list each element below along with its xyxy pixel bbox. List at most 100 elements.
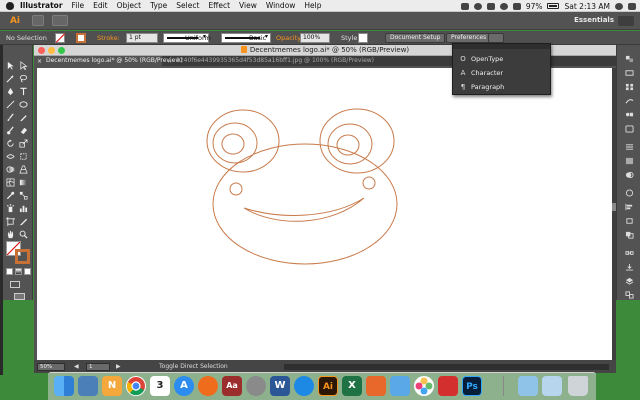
arrange-icon[interactable]: [488, 33, 504, 43]
workspace-switcher[interactable]: Essentials: [574, 16, 614, 24]
photos-icon[interactable]: [414, 376, 434, 396]
mesh-tool-icon[interactable]: [6, 178, 15, 187]
color-mode-icon[interactable]: [6, 268, 13, 275]
illustrator-dock-icon[interactable]: Ai: [318, 376, 338, 396]
arrange-documents-button[interactable]: [52, 15, 68, 26]
vectorize-icon[interactable]: [366, 376, 386, 396]
pathfinder-icon[interactable]: [625, 231, 634, 239]
magic-wand-tool-icon[interactable]: [6, 74, 15, 83]
app-store-icon[interactable]: A: [174, 376, 194, 396]
firefox-icon[interactable]: [198, 376, 218, 396]
system-preferences-icon[interactable]: [246, 376, 266, 396]
artboard-tool-icon[interactable]: [6, 217, 15, 226]
horizontal-scrollbar[interactable]: [284, 364, 609, 370]
eraser-tool-icon[interactable]: [19, 126, 28, 135]
photoshop-icon[interactable]: Ps: [462, 376, 482, 396]
panel-item-opentype[interactable]: O OpenType: [459, 53, 503, 65]
rotate-tool-icon[interactable]: [6, 139, 15, 148]
wifi-icon[interactable]: [512, 2, 521, 10]
artboard-canvas[interactable]: [37, 68, 612, 360]
documents-stack-icon[interactable]: [542, 376, 562, 396]
acrobat-icon[interactable]: [438, 376, 458, 396]
word-icon[interactable]: W: [270, 376, 290, 396]
ellipse-tool-icon[interactable]: [19, 100, 28, 109]
notes-icon[interactable]: N: [102, 376, 122, 396]
clock[interactable]: Sat 2:13 AM: [564, 2, 610, 11]
drawing-mode-icon[interactable]: [10, 281, 20, 288]
none-mode-icon[interactable]: [24, 268, 31, 275]
notification-center-icon[interactable]: [628, 2, 636, 10]
stroke-weight-field[interactable]: 1 pt: [126, 33, 158, 43]
menu-edit[interactable]: Edit: [93, 1, 108, 10]
preview-icon[interactable]: [78, 376, 98, 396]
blob-brush-tool-icon[interactable]: [6, 126, 15, 135]
gradient-panel-icon[interactable]: [625, 157, 634, 165]
menu-select[interactable]: Select: [176, 1, 199, 10]
zoom-tool-icon[interactable]: [19, 230, 28, 239]
menu-object[interactable]: Object: [117, 1, 141, 10]
tab-decentmemes-logo[interactable]: × Decentmemes logo.ai* @ 50% (RGB/Previe…: [34, 56, 183, 66]
menu-help[interactable]: Help: [304, 1, 321, 10]
asset-export-icon[interactable]: [625, 263, 634, 271]
panel-drag-handle[interactable]: [453, 44, 550, 49]
first-artboard-icon[interactable]: ◀: [74, 363, 79, 370]
stroke-swatch[interactable]: [76, 33, 86, 43]
scale-tool-icon[interactable]: [19, 139, 28, 148]
excel-icon[interactable]: X: [342, 376, 362, 396]
line-segment-tool-icon[interactable]: [6, 100, 15, 109]
opacity-label[interactable]: Opacity:: [276, 34, 303, 42]
graphic-style-swatch[interactable]: [358, 33, 368, 43]
swatches-icon[interactable]: [625, 83, 634, 91]
hand-tool-icon[interactable]: [6, 230, 15, 239]
finder-icon[interactable]: [54, 376, 74, 396]
menu-type[interactable]: Type: [150, 1, 167, 10]
symbol-sprayer-tool-icon[interactable]: [6, 204, 15, 213]
trash-icon[interactable]: [568, 376, 588, 396]
screen-mode-icon[interactable]: [14, 293, 25, 300]
artboard-number-field[interactable]: 1: [86, 363, 110, 371]
time-machine-icon[interactable]: [499, 2, 508, 10]
stroke-color-box[interactable]: [15, 249, 30, 264]
dropbox-icon[interactable]: [460, 2, 469, 10]
gradient-mode-icon[interactable]: [15, 268, 22, 275]
next-artboard-icon[interactable]: ▶: [116, 363, 121, 370]
search-field[interactable]: [618, 16, 634, 26]
menu-app-name[interactable]: Illustrator: [20, 1, 63, 10]
pencil-tool-icon[interactable]: [19, 113, 28, 122]
calendar-icon[interactable]: 3: [150, 376, 170, 396]
paintbrush-tool-icon[interactable]: [6, 113, 15, 122]
transparency-icon[interactable]: [625, 171, 634, 179]
gradient-tool-icon[interactable]: [19, 178, 28, 187]
dictionary-icon[interactable]: Aa: [222, 376, 242, 396]
safari-icon[interactable]: [294, 376, 314, 396]
brushes-icon[interactable]: [625, 97, 634, 105]
align-icon[interactable]: [625, 203, 634, 211]
document-setup-button[interactable]: Document Setup: [385, 33, 446, 43]
bridge-button[interactable]: [32, 15, 44, 26]
menu-file[interactable]: File: [72, 1, 85, 10]
frog-face-artwork[interactable]: [37, 68, 612, 360]
color-guide-icon[interactable]: [625, 69, 634, 77]
color-panel-icon[interactable]: [625, 55, 634, 63]
direct-selection-tool-icon[interactable]: [19, 61, 28, 70]
type-tool-icon[interactable]: [19, 87, 28, 96]
spotlight-icon[interactable]: [615, 2, 623, 10]
graphic-styles-icon[interactable]: [625, 125, 634, 133]
creative-cloud-icon[interactable]: [473, 2, 482, 10]
menu-effect[interactable]: Effect: [208, 1, 230, 10]
downloads-stack-icon[interactable]: [518, 376, 538, 396]
photo-viewer-icon[interactable]: [390, 376, 410, 396]
layers-icon[interactable]: [625, 277, 634, 285]
zoom-level-field[interactable]: 50%: [37, 363, 65, 371]
column-graph-tool-icon[interactable]: [19, 204, 28, 213]
selection-tool-icon[interactable]: [6, 61, 15, 70]
transform-icon[interactable]: [625, 217, 634, 225]
tab-jpg-preview[interactable]: × 2240f6e4439935365d4f53d85a16bff1.jpg @…: [164, 56, 384, 66]
links-icon[interactable]: [625, 249, 634, 257]
slice-tool-icon[interactable]: [19, 217, 28, 226]
panel-item-character[interactable]: A Character: [459, 67, 504, 79]
menu-window[interactable]: Window: [266, 1, 296, 10]
width-tool-icon[interactable]: [6, 152, 15, 161]
symbols-icon[interactable]: [625, 111, 634, 119]
preferences-button[interactable]: Preferences: [446, 33, 492, 43]
